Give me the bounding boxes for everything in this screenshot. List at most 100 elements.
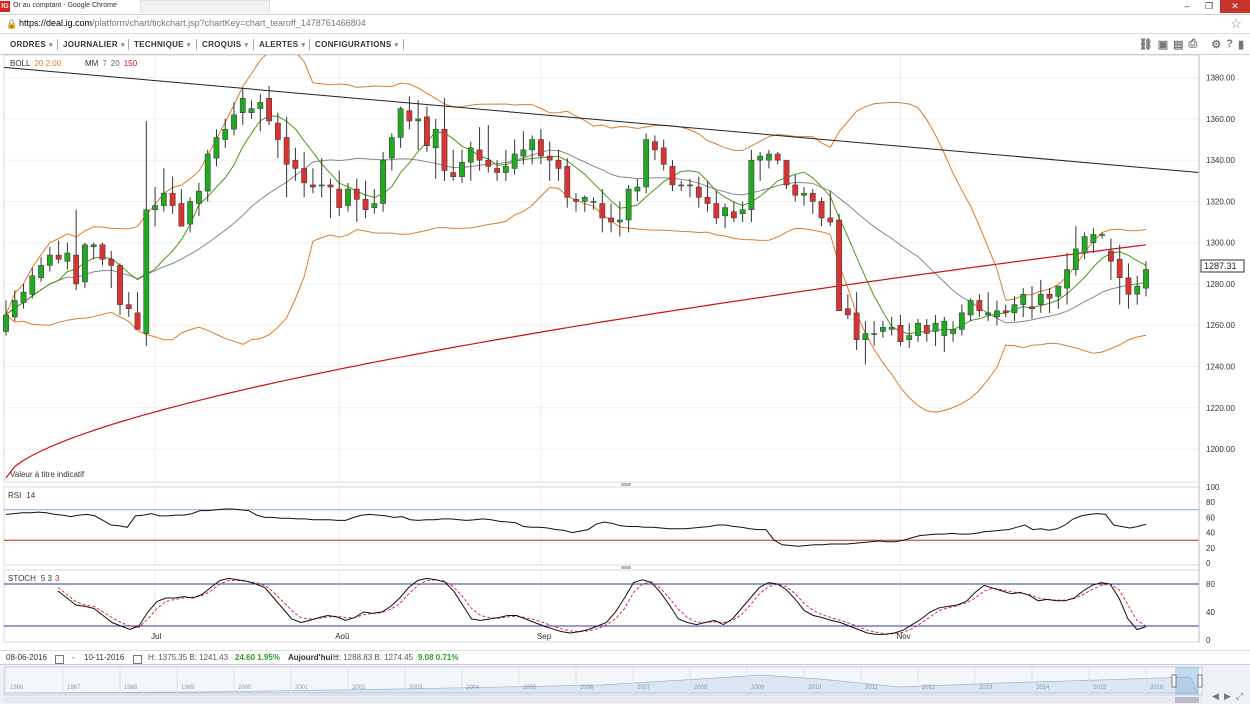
legend-mm-150: 150 <box>124 59 138 68</box>
collapse-icon[interactable]: ▮ <box>1238 38 1244 51</box>
time-navigator[interactable]: 1986 1987 1988 1989 2000 2001 2002 2003 2004 2005… <box>0 664 1250 704</box>
navigator-left-handle[interactable] <box>1171 674 1177 688</box>
menu-journalier[interactable]: JOURNALIER ▾ <box>63 40 125 49</box>
candle-body <box>958 312 965 330</box>
candle-body <box>1143 269 1149 289</box>
candle-body <box>722 207 728 217</box>
settings-icon[interactable]: ⚙ <box>1211 38 1221 51</box>
candle-body <box>564 166 571 198</box>
legend-mm[interactable]: MM 7 20 150 <box>85 59 138 68</box>
background-tab[interactable] <box>140 0 270 13</box>
menu-ordres[interactable]: ORDRES ▾ <box>10 40 53 49</box>
candle-body <box>231 114 237 130</box>
scroll-left-icon[interactable]: ◀ <box>1212 691 1219 701</box>
candle-body <box>1029 306 1035 309</box>
candle-body <box>371 203 378 208</box>
menu-label: JOURNALIER <box>63 40 119 49</box>
menu-croquis[interactable]: CROQUIS ▾ <box>202 40 248 49</box>
navigator-year-label: 1986 <box>10 685 24 691</box>
legend-mm-name: MM <box>85 59 99 68</box>
legend-boll[interactable]: BOLL 20 2.00 <box>10 59 62 68</box>
lock-link-icon[interactable]: ⛓ <box>1139 38 1153 51</box>
menu-technique[interactable]: TECHNIQUE ▾ <box>134 40 191 49</box>
candle-body <box>652 141 658 151</box>
candle-body <box>152 205 158 210</box>
candle-body <box>695 186 702 198</box>
menu-divider <box>309 39 310 50</box>
legend-rsi-param: 14 <box>26 491 35 500</box>
candle-body <box>599 203 606 219</box>
menu-divider <box>196 39 197 50</box>
candle-body <box>178 203 185 227</box>
candle-body <box>485 159 492 167</box>
menu-configurations[interactable]: CONFIGURATIONS ▾ <box>315 40 398 49</box>
navigator-right-handle[interactable] <box>1197 674 1203 688</box>
candle-body <box>1108 250 1114 262</box>
navigator-svg[interactable]: 1986 1987 1988 1989 2000 2001 2002 2003 2004 2005… <box>0 665 1250 704</box>
candle-body <box>125 304 132 309</box>
candle-body <box>844 308 851 316</box>
candle-body <box>774 153 781 161</box>
candle-body <box>117 265 123 305</box>
x-tick-label: Sep <box>537 632 552 641</box>
candle-body <box>967 300 974 316</box>
close-button[interactable]: ✕ <box>1220 0 1250 13</box>
legend-stoch-params: 5 3 <box>41 574 53 583</box>
navigator-year-label: 2000 <box>238 685 252 691</box>
candle-body <box>327 184 334 188</box>
menu-label: ALERTES <box>259 40 299 49</box>
url-text[interactable]: https://deal.ig.com/platform/chart/tickc… <box>19 18 366 28</box>
stoch-tick-label: 0 <box>1206 636 1211 645</box>
candle-body <box>222 128 229 140</box>
navigator-year-label: 2007 <box>637 685 651 691</box>
chevron-down-icon: ▾ <box>121 42 125 49</box>
range-summary: H: 1375.35 B: 1241.43 <box>148 653 229 662</box>
candle-body <box>292 159 299 169</box>
candle-body <box>1002 310 1009 314</box>
candle-body <box>1081 236 1088 254</box>
print-icon[interactable]: ⎙ <box>1189 38 1198 51</box>
browser-title-bar: IG Or au comptant - Google Chrome – ❐ ✕ <box>0 0 1250 15</box>
help-icon[interactable]: ? <box>1226 38 1233 51</box>
candle-body <box>108 258 115 266</box>
maximize-button[interactable]: ❐ <box>1198 0 1220 13</box>
candle-body <box>239 98 246 113</box>
candle-body <box>248 108 255 113</box>
menu-divider <box>253 39 254 50</box>
candle-body <box>1090 234 1097 243</box>
chart-area[interactable]: 1200.00 1220.00 1240.00 1260.00 1280.00 1300.… <box>0 46 1250 650</box>
rsi-tick-label: 20 <box>1206 544 1215 553</box>
chart-svg[interactable]: 1200.00 1220.00 1240.00 1260.00 1280.00 1300.… <box>0 46 1250 650</box>
candle-body <box>345 188 351 206</box>
candle-body <box>336 188 343 208</box>
candle-body <box>950 329 956 334</box>
candle-body <box>660 147 667 165</box>
date-to[interactable]: 10-11-2016 <box>84 653 124 662</box>
candle-body <box>90 244 97 248</box>
panel-resize-handle[interactable] <box>621 566 631 569</box>
date-from[interactable]: 08-06-2016 <box>6 653 47 662</box>
navigator-year-label: 2013 <box>979 685 993 691</box>
scroll-right-icon[interactable]: ▶ <box>1224 691 1231 701</box>
current-price-tag: 1287.31 <box>1200 259 1245 273</box>
zoom-icon[interactable]: ⤢ <box>1235 691 1243 701</box>
navigator-year-label: 1989 <box>181 685 195 691</box>
menu-divider <box>128 39 129 50</box>
image-icon[interactable]: ▣ <box>1158 38 1168 51</box>
address-bar[interactable]: 🔒 https://deal.ig.com/platform/chart/tic… <box>0 15 1250 34</box>
candle-body <box>257 102 264 109</box>
candle-body <box>20 291 27 303</box>
candle-body <box>467 147 474 163</box>
panel-resize-handle[interactable] <box>621 483 631 486</box>
minimize-button[interactable]: – <box>1176 0 1198 13</box>
candle-body <box>353 188 360 200</box>
bookmark-star-icon[interactable]: ☆ <box>1230 16 1242 32</box>
menu-alertes[interactable]: ALERTES ▾ <box>259 40 305 49</box>
candle-body <box>73 254 80 285</box>
candle-body <box>932 322 939 332</box>
y-tick-label: 1280.00 <box>1206 280 1235 289</box>
candle-body <box>1099 234 1106 236</box>
share-icon[interactable]: ▤ <box>1173 38 1183 51</box>
url-domain: https://deal.ig.com <box>19 18 93 28</box>
chevron-down-icon: ▾ <box>186 42 191 49</box>
